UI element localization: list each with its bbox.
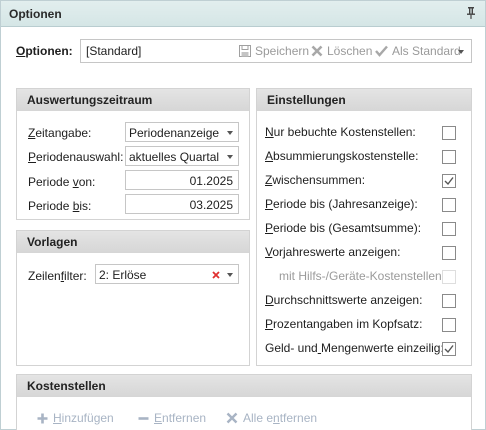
close-icon bbox=[226, 412, 238, 424]
setting-checkbox[interactable] bbox=[442, 318, 456, 332]
setting-label: Durchschnittswerte anzeigen: bbox=[265, 293, 423, 307]
setting-checkbox[interactable] bbox=[442, 150, 456, 164]
zeilenfilter-label: Zeilenfilter: bbox=[28, 269, 87, 283]
periodenauswahl-label: Periodenauswahl: bbox=[28, 150, 124, 164]
setting-checkbox[interactable] bbox=[442, 126, 456, 140]
zeitangabe-label: Zeitangabe: bbox=[28, 126, 92, 140]
setting-checkbox[interactable] bbox=[442, 342, 456, 356]
kostenstellen-header: Kostenstellen bbox=[17, 375, 471, 397]
periode-bis-value: 03.2025 bbox=[189, 198, 233, 212]
periode-bis-label: Periode bis: bbox=[28, 199, 92, 213]
setting-label: Nur bebuchte Kostenstellen: bbox=[265, 125, 416, 139]
setting-checkbox[interactable] bbox=[442, 198, 456, 212]
chevron-down-icon[interactable] bbox=[227, 155, 233, 159]
check-icon bbox=[444, 345, 454, 354]
remove-button[interactable]: Entfernen bbox=[138, 411, 206, 425]
check-icon bbox=[375, 45, 388, 57]
setting-label: Periode bis (Gesamtsumme): bbox=[265, 221, 422, 235]
einstellungen-header: Einstellungen bbox=[257, 89, 471, 111]
chevron-down-icon[interactable] bbox=[227, 131, 233, 135]
zeilenfilter-select[interactable]: 2: Erlöse bbox=[95, 264, 239, 284]
delete-label: Löschen bbox=[327, 44, 373, 58]
minus-icon bbox=[138, 416, 149, 420]
remove-all-label: Alle entfernen bbox=[243, 411, 318, 425]
zeitangabe-value: Periodenanzeige bbox=[129, 126, 220, 140]
setting-label: Zwischensummen: bbox=[265, 173, 366, 187]
plus-icon bbox=[37, 413, 48, 423]
periode-bis-input[interactable]: 03.2025 bbox=[125, 194, 239, 214]
periode-von-input[interactable]: 01.2025 bbox=[125, 170, 239, 190]
setting-label: Absummierungskostenstelle: bbox=[265, 149, 419, 163]
add-label: Hinzufügen bbox=[53, 411, 114, 425]
options-label: Optionen: bbox=[16, 44, 73, 58]
zeitangabe-select[interactable]: Periodenanzeige bbox=[125, 122, 239, 142]
periode-von-value: 01.2025 bbox=[189, 174, 233, 188]
save-icon bbox=[239, 45, 251, 57]
as-default-action[interactable]: Als Standard bbox=[375, 44, 461, 58]
as-default-label: Als Standard bbox=[392, 44, 461, 58]
kostenstellen-panel: Kostenstellen Hinzufügen Entfernen Alle … bbox=[16, 374, 472, 430]
window-title: Optionen bbox=[9, 7, 62, 21]
vorlagen-header: Vorlagen bbox=[17, 231, 249, 253]
setting-label: Geld- und Mengenwerte einzeilig: bbox=[265, 341, 444, 355]
pin-icon[interactable] bbox=[465, 6, 477, 20]
save-label: Speichern bbox=[255, 44, 310, 58]
periodenauswahl-select[interactable]: aktuelles Quartal bbox=[125, 146, 239, 166]
setting-label: Vorjahreswerte anzeigen: bbox=[265, 245, 401, 259]
vorlagen-panel: Vorlagen Zeilenfilter: 2: Erlöse bbox=[16, 230, 250, 366]
auswertungszeitraum-header: Auswertungszeitraum bbox=[17, 89, 249, 111]
title-bar: Optionen bbox=[1, 1, 485, 27]
delete-icon bbox=[311, 45, 323, 57]
options-combo[interactable]: [Standard] Speichern Löschen Als Standar… bbox=[80, 39, 472, 63]
chevron-down-icon[interactable] bbox=[227, 273, 233, 277]
remove-all-button[interactable]: Alle entfernen bbox=[226, 411, 317, 425]
setting-checkbox[interactable] bbox=[442, 222, 456, 236]
options-window: Optionen Optionen: [Standard] Speichern … bbox=[0, 0, 486, 430]
setting-checkbox[interactable] bbox=[442, 294, 456, 308]
setting-checkbox bbox=[442, 270, 456, 284]
add-button[interactable]: Hinzufügen bbox=[37, 411, 114, 425]
delete-action[interactable]: Löschen bbox=[311, 44, 372, 58]
setting-checkbox[interactable] bbox=[442, 174, 456, 188]
setting-label: Prozentangaben im Kopfsatz: bbox=[265, 317, 423, 331]
auswertungszeitraum-panel: Auswertungszeitraum Zeitangabe: Perioden… bbox=[16, 88, 250, 220]
setting-checkbox[interactable] bbox=[442, 246, 456, 260]
setting-label: mit Hilfs-/Geräte-Kostenstellen: bbox=[279, 269, 446, 283]
periodenauswahl-value: aktuelles Quartal bbox=[129, 150, 220, 164]
remove-label: Entfernen bbox=[154, 411, 207, 425]
einstellungen-panel: Einstellungen Nur bebuchte Kostenstellen… bbox=[256, 88, 472, 366]
clear-icon[interactable] bbox=[212, 268, 220, 282]
zeilenfilter-value: 2: Erlöse bbox=[99, 268, 147, 282]
setting-label: Periode bis (Jahresanzeige): bbox=[265, 197, 418, 211]
chevron-down-icon[interactable] bbox=[458, 50, 464, 54]
save-action[interactable]: Speichern bbox=[239, 44, 309, 58]
periode-von-label: Periode von: bbox=[28, 175, 96, 189]
options-row: Optionen: [Standard] Speichern Löschen A… bbox=[16, 39, 472, 63]
check-icon bbox=[444, 177, 454, 186]
options-value: [Standard] bbox=[86, 44, 142, 58]
